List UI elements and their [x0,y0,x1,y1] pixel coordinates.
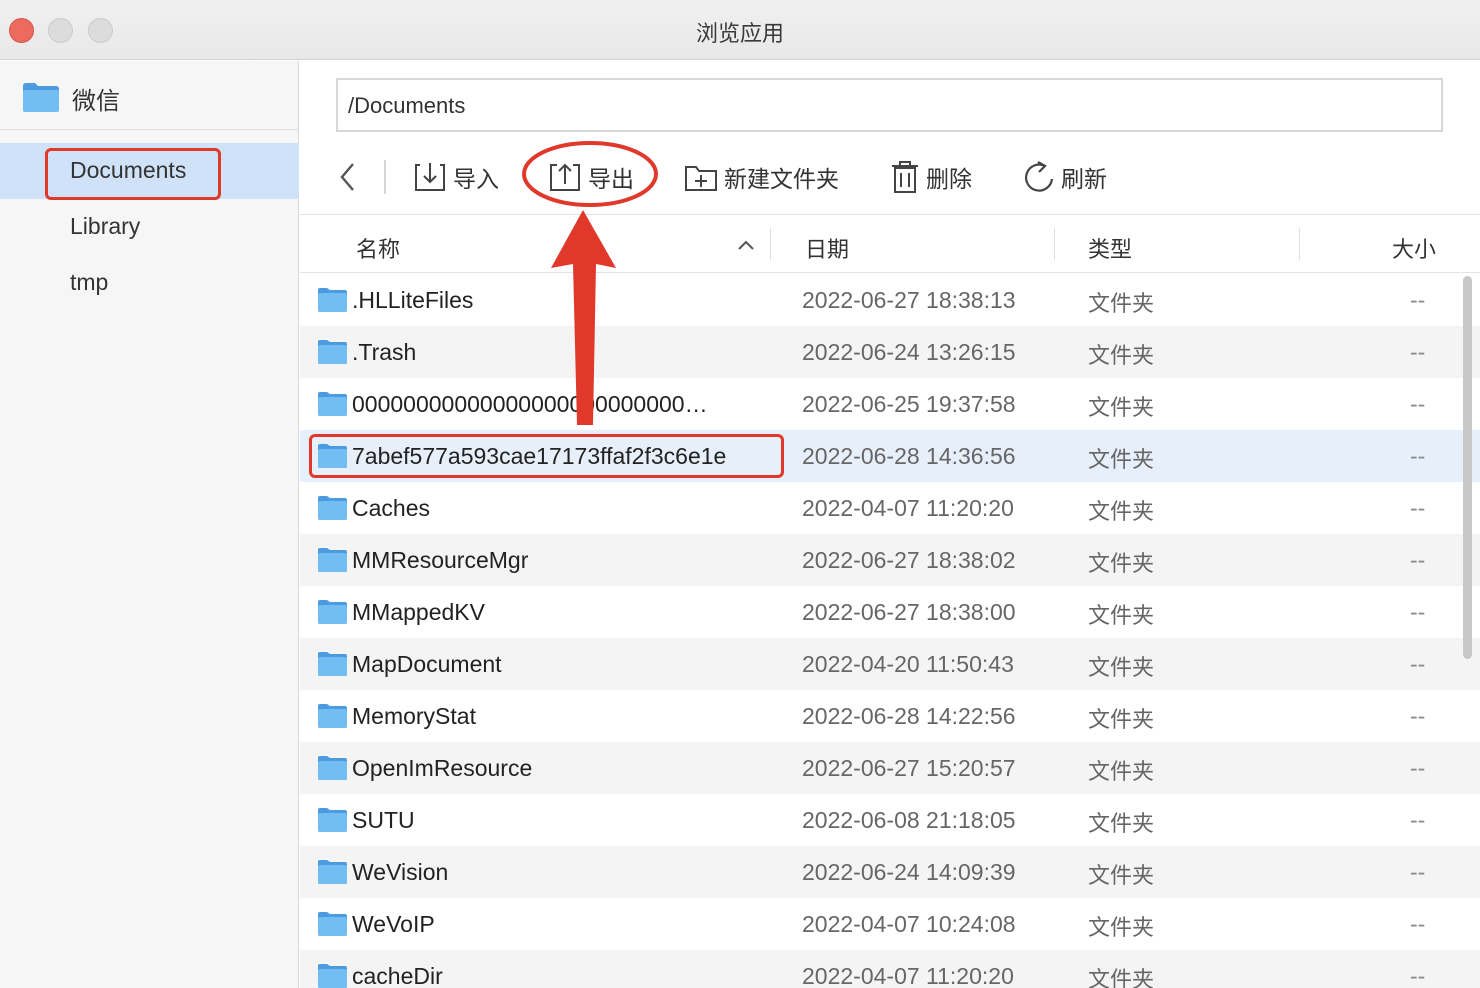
annotation-overlay [522,141,658,425]
annotation-arrow [551,210,616,425]
annotation-circle-export [522,141,658,207]
